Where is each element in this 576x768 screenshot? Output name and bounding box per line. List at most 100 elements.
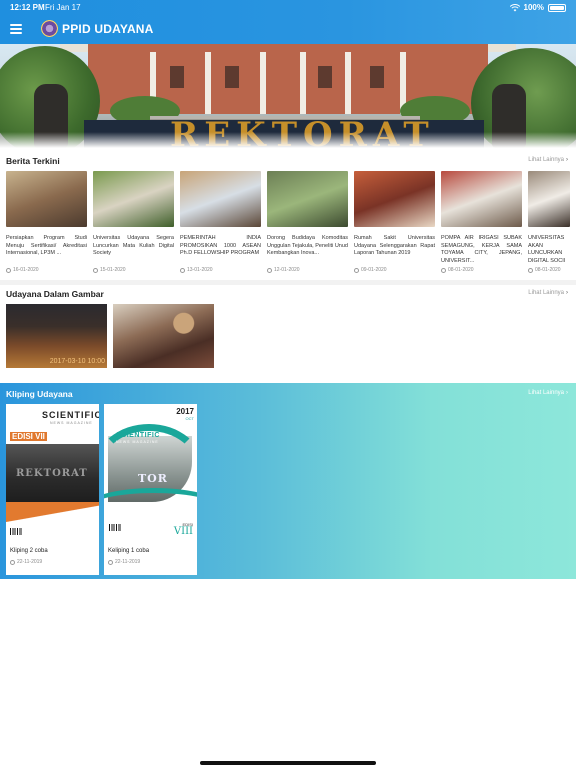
news-thumbnail [93,171,174,227]
clock-icon [354,267,359,273]
news-section-header: Berita Terkini Lihat Lainnya › [6,156,568,168]
news-thumbnail [354,171,435,227]
clock-icon [108,559,113,565]
news-date-text: 12-01-2020 [274,267,300,273]
gallery-photo[interactable] [113,304,214,368]
news-card[interactable]: Persiapkan Program Studi Menuju Sertifik… [6,171,87,277]
kliping-section-title: Kliping Udayana [6,389,73,399]
news-date: 16-01-2020 [6,267,87,273]
news-date-text: 16-01-2020 [13,267,39,273]
news-date: 09-01-2020 [354,267,435,273]
news-title: Universitas Udayana Segera Luncurkan Mat… [93,235,174,257]
photo-timestamp: 2017-03-10 10:00 [49,358,105,365]
app-header: 12:12 PM Fri Jan 17 100% PPID UDAYANA [0,0,576,44]
hamburger-menu-icon[interactable] [10,24,22,34]
news-card[interactable]: POMPA AIR IRIGASI SUBAK SEMAGUNG, KERJA … [441,171,522,277]
section-divider [0,280,576,285]
clock-icon [6,267,11,273]
cover-month: OCT [185,416,194,421]
news-date: 15-01-2020 [93,267,174,273]
news-see-more-label: Lihat Lainnya [528,157,564,163]
news-see-more-link[interactable]: Lihat Lainnya › [528,157,568,163]
news-date: 13-01-2020 [180,267,261,273]
news-thumbnail [6,171,87,227]
news-thumbnail [441,171,522,227]
cover-edition: EDISI VII [10,432,47,441]
news-card[interactable]: UNIVERSITAS AKAN LUNCURKAN DIGITAL SOCII… [528,171,570,277]
news-date: 08-01-2020 [528,267,570,273]
udayana-logo [41,20,58,37]
kliping-date: 22-11-2019 [108,559,140,565]
kliping-see-more-label: Lihat Lainnya [528,390,564,396]
kliping-title: Kliping 2 coba [10,548,48,554]
kliping-section: Kliping Udayana Lihat Lainnya › SCIENTIFI… [0,383,576,579]
news-title: UNIVERSITAS AKAN LUNCURKAN DIGITAL SOCII [528,235,566,264]
news-thumbnail [180,171,261,227]
news-date-text: 09-01-2020 [361,267,387,273]
clock-icon [10,559,15,565]
news-card[interactable]: Universitas Udayana Segera Luncurkan Mat… [93,171,174,277]
news-date-text: 08-01-2020 [535,267,561,273]
app-title: PPID UDAYANA [62,22,154,36]
news-list: Persiapkan Program Studi Menuju Sertifik… [6,171,576,277]
chevron-right-icon: › [566,157,568,163]
news-section-title: Berita Terkini [6,156,60,166]
wifi-icon [509,3,520,11]
cover-subtitle: NEWS MAGAZINE [50,421,93,425]
clock-icon [441,267,446,273]
status-date: Fri Jan 17 [45,3,81,12]
cover-photo-text: REKTORAT [16,468,88,479]
gallery-see-more-label: Lihat Lainnya [528,290,564,296]
kliping-title: Keliping 1 coba [108,548,150,554]
status-time: 12:12 PM [10,3,45,12]
kliping-date-text: 22-11-2019 [115,559,141,565]
status-bar: 12:12 PM Fri Jan 17 100% [10,3,566,15]
home-indicator[interactable] [200,761,376,765]
clock-icon [267,267,272,273]
battery-percent: 100% [523,3,544,12]
gallery-photo[interactable]: 2017-03-10 10:00 [6,304,107,368]
news-title: POMPA AIR IRIGASI SUBAK SEMAGUNG, KERJA … [441,235,522,264]
chevron-right-icon: › [566,390,568,396]
kliping-date-text: 22-11-2019 [17,559,43,565]
cover-subtitle: NEWS MAGAZINE [116,440,159,444]
cover-masthead: SCIENTIFIC [116,432,160,439]
gallery-section-header: Udayana Dalam Gambar Lihat Lainnya › [6,289,568,301]
news-card[interactable]: Rumah Sakit Universitas Udayana Selengga… [354,171,435,277]
kliping-card[interactable]: 2017 OCT TOR SCIENTIFIC NEWS MAGAZINE ED… [104,404,197,575]
hero-banner-image: REKTORAT [0,44,576,148]
news-card[interactable]: Dorong Budidaya Komoditas Unggulan Tejak… [267,171,348,277]
barcode-icon [109,524,121,531]
news-date-text: 15-01-2020 [100,267,126,273]
battery-icon [548,3,566,12]
gallery-see-more-link[interactable]: Lihat Lainnya › [528,290,568,296]
news-date-text: 08-01-2020 [448,267,474,273]
news-date: 08-01-2020 [441,267,522,273]
status-right: 100% [509,3,566,12]
news-thumbnail [528,171,570,227]
cover-edition-number: VIII [173,526,193,537]
chevron-right-icon: › [566,290,568,296]
news-title: Dorong Budidaya Komoditas Unggulan Tejak… [267,235,348,257]
gallery-section-title: Udayana Dalam Gambar [6,289,104,299]
news-title: Persiapkan Program Studi Menuju Sertifik… [6,235,87,257]
kliping-date: 22-11-2019 [10,559,42,565]
news-title: PEMERINTAH INDIA PROMOSIKAN 1000 ASEAN P… [180,235,261,257]
clock-icon [93,267,98,273]
magazine-cover: 2017 OCT TOR SCIENTIFIC NEWS MAGAZINE ED… [104,404,197,542]
clock-icon [180,267,185,273]
magazine-cover: SCIENTIFIC NEWS MAGAZINE REKTORAT EDISI … [6,404,99,542]
news-date-text: 13-01-2020 [187,267,213,273]
cover-year: 2017 [176,407,194,416]
kliping-see-more-link[interactable]: Lihat Lainnya › [528,390,568,396]
news-card[interactable]: PEMERINTAH INDIA PROMOSIKAN 1000 ASEAN P… [180,171,261,277]
cover-photo: REKTORAT [6,444,99,502]
news-thumbnail [267,171,348,227]
clock-icon [528,267,533,273]
kliping-card[interactable]: SCIENTIFIC NEWS MAGAZINE REKTORAT EDISI … [6,404,99,575]
cover-masthead: SCIENTIFIC [42,410,99,420]
news-date: 12-01-2020 [267,267,348,273]
news-title: Rumah Sakit Universitas Udayana Selengga… [354,235,435,257]
kliping-section-header: Kliping Udayana Lihat Lainnya › [6,389,568,401]
barcode-icon [10,528,22,535]
